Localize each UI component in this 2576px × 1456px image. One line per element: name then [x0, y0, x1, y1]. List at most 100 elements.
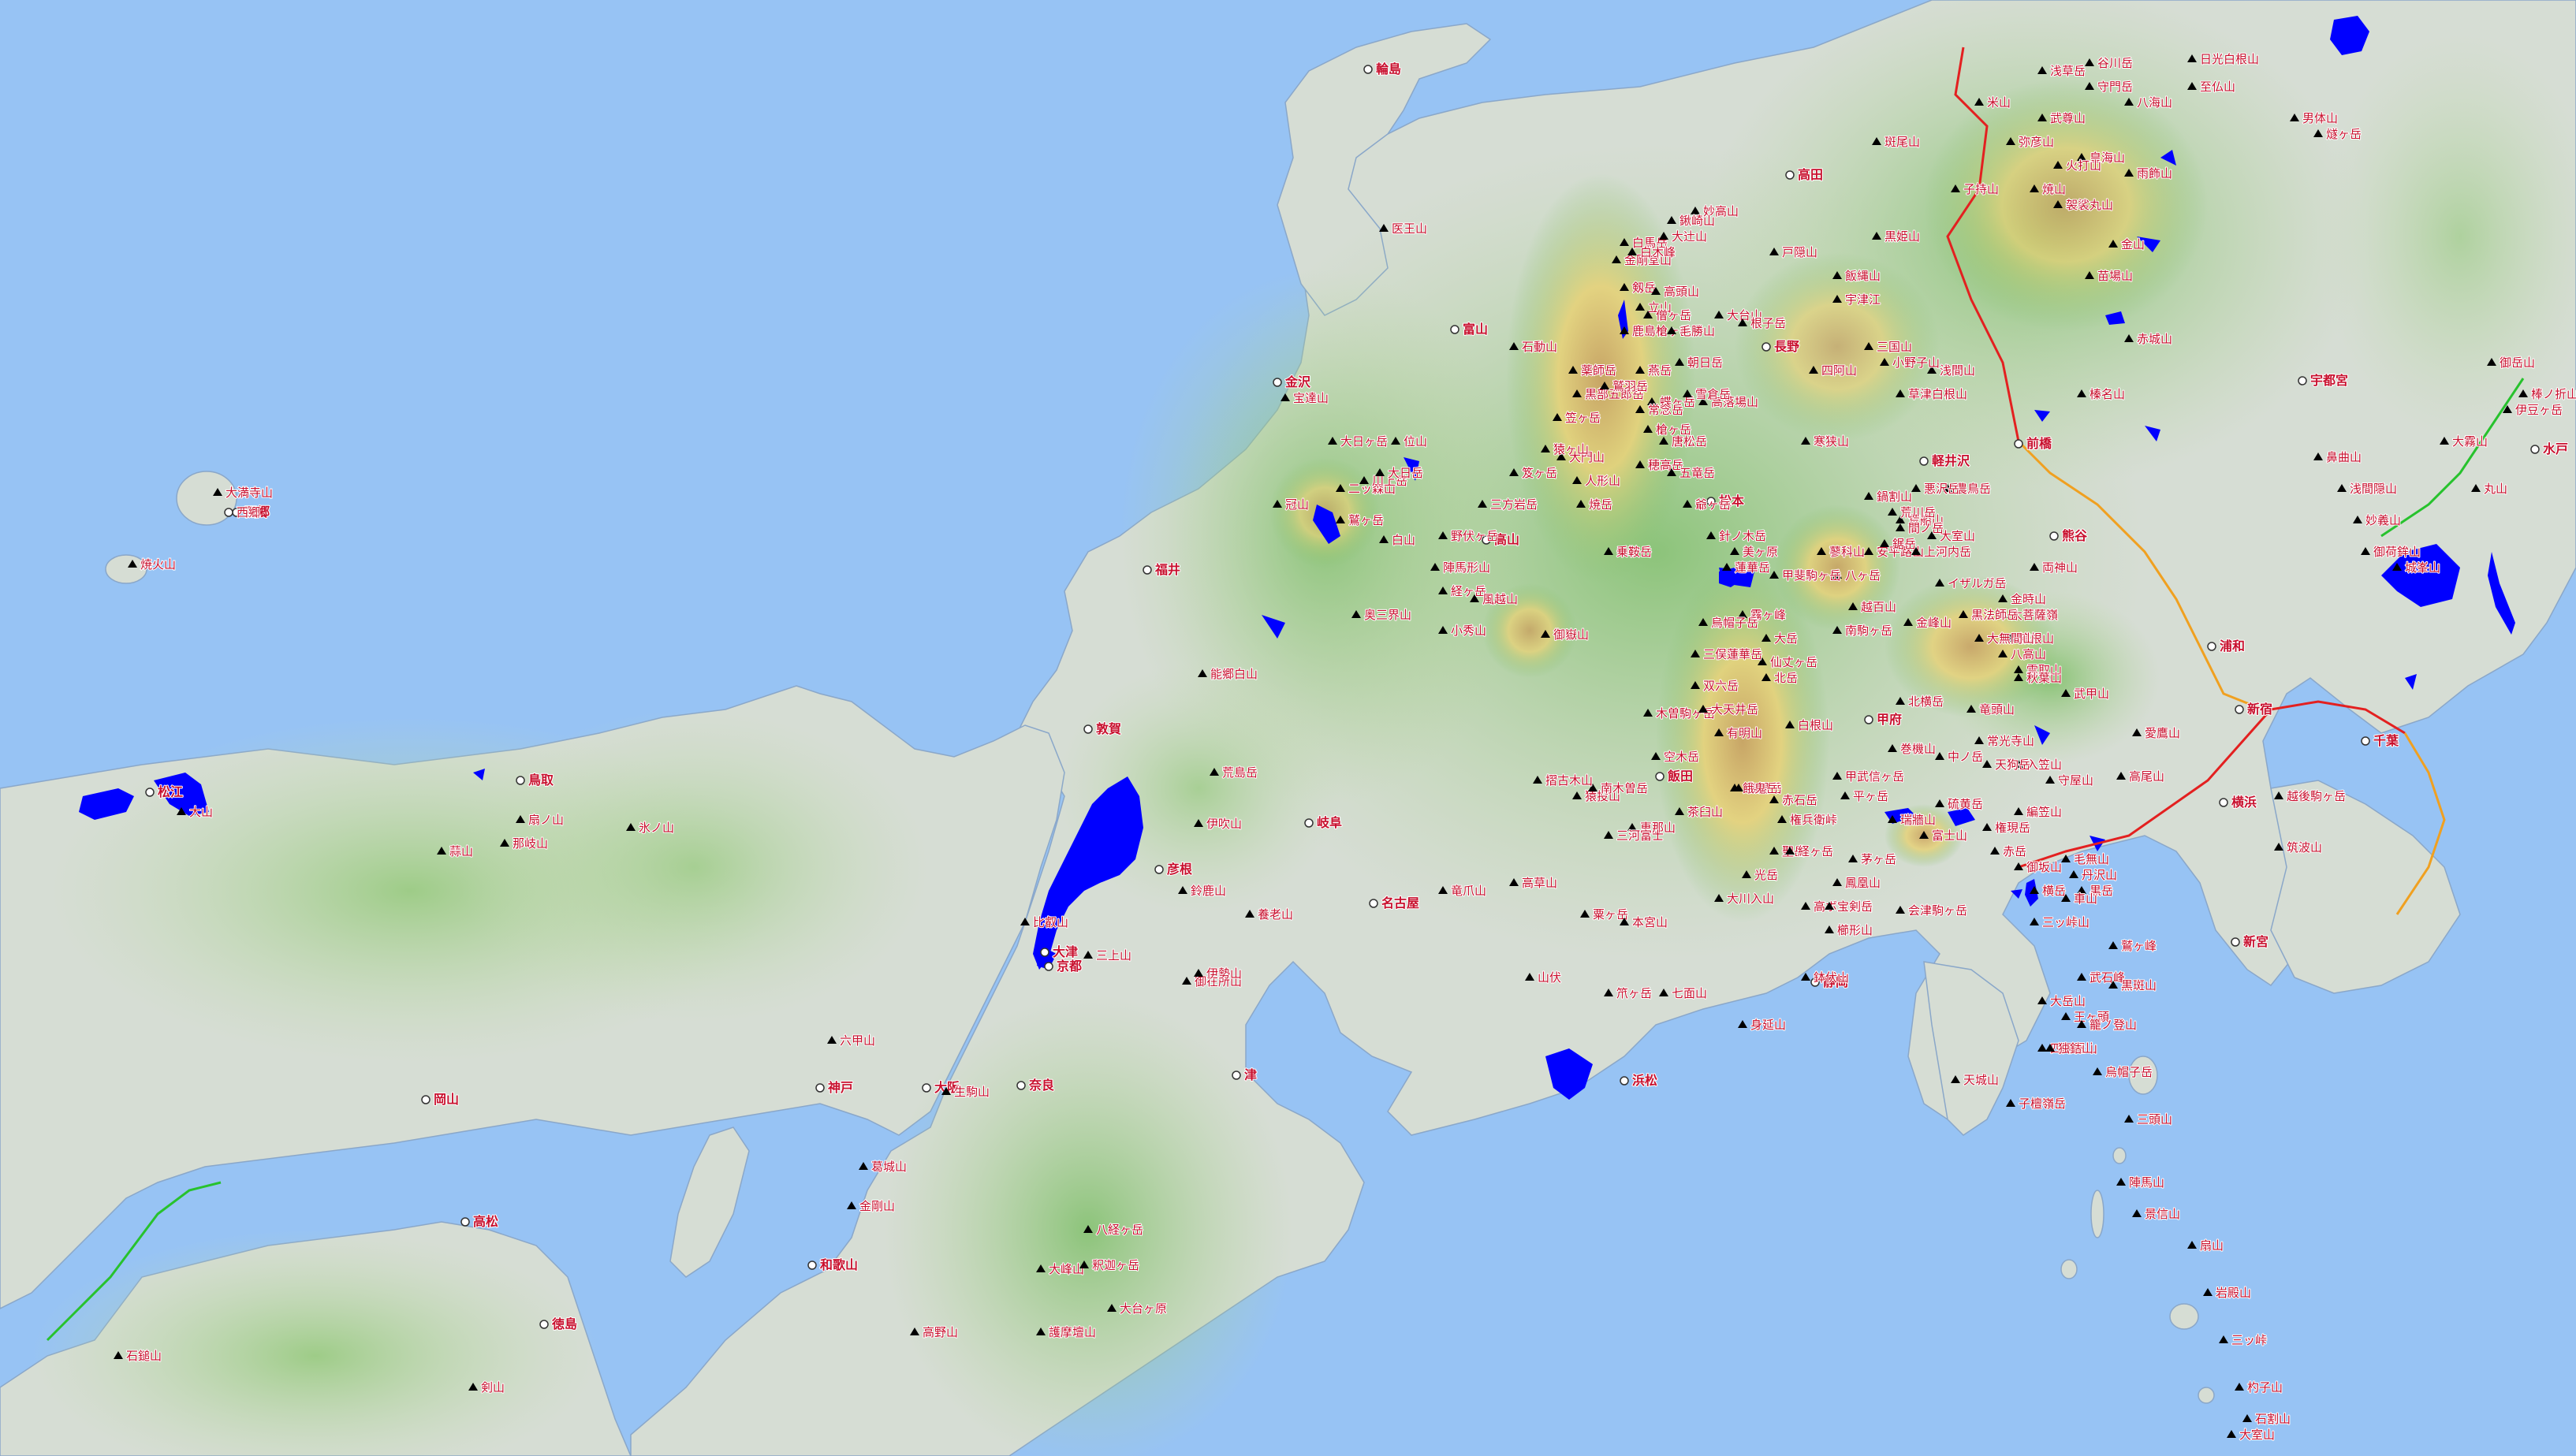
peak-label-text: 笈ヶ岳 — [1522, 466, 1557, 480]
peak-label-text: 奥三界山 — [1364, 608, 1411, 622]
peak-label-text: 医王山 — [1392, 222, 1427, 236]
peak-label-text: 三河富士 — [1616, 829, 1664, 843]
peak-label-text: 飯縄山 — [1845, 269, 1881, 283]
peak-label-text: 大日ヶ岳 — [1340, 434, 1388, 449]
peak-label-text: 大川入山 — [1727, 892, 1774, 906]
peak-label-text: 硫黄岳 — [1948, 797, 1983, 811]
peak-label-text: 至仏山 — [2200, 80, 2235, 94]
city-dot-icon — [815, 1083, 825, 1093]
city-dot-icon — [807, 1261, 817, 1270]
peak-label-text: 草津白根山 — [1908, 387, 1967, 401]
peak-label-text: 朝日岳 — [1687, 356, 1723, 370]
peak-label-text: 空木岳 — [1664, 750, 1699, 764]
peak-label-text: 富士山 — [1932, 829, 1967, 843]
peak-label-text: 谷川岳 — [2097, 56, 2133, 70]
peak-label-text: 那岐山 — [513, 836, 548, 851]
peak-label-text: 守門岳 — [2097, 80, 2133, 94]
city-label-text: 前橋 — [2026, 436, 2052, 451]
peak-label-text: 鼻曲山 — [2326, 450, 2362, 464]
city-label-text: 和歌山 — [820, 1257, 858, 1272]
peak-label-text: 袈裟丸山 — [2066, 198, 2113, 212]
city-label-text: 横浜 — [2231, 795, 2257, 810]
peak-label-text: 宝達山 — [1293, 391, 1329, 405]
peak-label-text: 鷲ヶ峰 — [2121, 939, 2157, 953]
peak-label-text: 子持山 — [1963, 182, 1999, 196]
city-dot-icon — [2014, 439, 2023, 449]
peak-label-text: 生駒山 — [954, 1085, 990, 1099]
peak-label-text: 伊豆ヶ岳 — [2515, 403, 2563, 417]
peak-label-text: 雨飾山 — [2137, 166, 2172, 181]
peak-label-text: 僧ヶ岳 — [1656, 308, 1691, 322]
peak-label-text: 平ヶ岳 — [1853, 789, 1888, 803]
peak-label-text: 石鎚山 — [126, 1349, 162, 1363]
peak-label-text: 櫛形山 — [1837, 923, 1873, 937]
city-label-text: 浜松 — [1632, 1073, 1657, 1088]
peak-label-text: 燧ヶ岳 — [2326, 127, 2362, 141]
city-dot-icon — [1919, 456, 1929, 466]
peak-label-text: 焼山 — [2042, 182, 2066, 196]
peak-label-text: 農鳥岳 — [1955, 482, 1991, 496]
peak-label-text: 武石峰 — [2090, 970, 2125, 985]
city-label-text: 岡山 — [434, 1092, 459, 1107]
peak-label-text: 三ッ峠 — [2231, 1333, 2267, 1347]
peak-label-text: 宇津江 — [1845, 292, 1881, 307]
peak-label-text: 位山 — [1404, 434, 1427, 449]
city-label-text: 金沢 — [1284, 374, 1311, 389]
peak-label-text: 護摩壇山 — [1049, 1325, 1096, 1339]
peak-label-text: 岩殿山 — [2216, 1286, 2251, 1300]
city-label-text: 浦和 — [2220, 639, 2245, 654]
peak-label-text: 比叡山 — [1033, 915, 1068, 929]
city-dot-icon — [2361, 736, 2370, 746]
city-dot-icon — [1304, 818, 1314, 828]
peak-label-text: 籠ノ登山 — [2090, 1018, 2137, 1032]
peak-label-text: 竜頭山 — [1979, 702, 2015, 717]
city-label-text: 輪島 — [1376, 61, 1401, 76]
city-label-text: 彦根 — [1167, 862, 1192, 877]
peak-label-text: 笠ヶ岳 — [1565, 411, 1601, 425]
peak-label-text: 烏帽子岳 — [1711, 616, 1758, 630]
peak-label-text: 編笠山 — [2026, 805, 2062, 819]
city-label-text: 神戸 — [828, 1080, 853, 1095]
peak-label-text: 大無間山 — [1987, 631, 2034, 646]
peak-label-text: 山伏 — [1538, 970, 1561, 985]
city-dot-icon — [1154, 865, 1164, 874]
peak-label-text: 両神山 — [2042, 560, 2078, 575]
peak-label-text: 白根山 — [1798, 718, 1833, 732]
peak-label-text: 釈迦ヶ岳 — [1092, 1258, 1139, 1272]
city-dot-icon — [539, 1320, 549, 1329]
peak-label-text: 六甲山 — [840, 1033, 875, 1048]
peak-label-text: 能郷白山 — [1210, 667, 1258, 681]
peak-label-text: 宝剣岳 — [1837, 899, 1873, 914]
peak-label-text: 白山 — [1392, 533, 1415, 547]
peak-label-text: 茅ヶ岳 — [1861, 852, 1896, 866]
terrain-map[interactable]: 福井金沢富山高田長野松本甲府岐阜名古屋津京都大津大阪 奈良神戸和歌山彦根敦賀静岡浜… — [0, 0, 2576, 1456]
peak-label-text: 御嶽山 — [1553, 627, 1589, 642]
city-label-text: 熊谷 — [2062, 528, 2088, 543]
peak-label-text: 戸隠山 — [1782, 245, 1817, 259]
peak-label-text: 悪沢岳 — [1924, 482, 1959, 496]
peak-label-text: 大岳山 — [2050, 994, 2086, 1008]
peak-label-text: 高尾山 — [2129, 769, 2164, 784]
peak-label-text: 餓鬼岳 — [1743, 781, 1778, 795]
peak-label-text: 三頭山 — [2137, 1112, 2172, 1126]
city-dot-icon — [1369, 899, 1378, 908]
peak-label-text: 陣馬形山 — [1443, 560, 1490, 575]
peak-label-text: 苗場山 — [2097, 269, 2133, 283]
peak-label-text: 蓼科山 — [1829, 545, 1865, 559]
peak-label-text: 大天井岳 — [1711, 702, 1758, 717]
peak-label-text: 伊勢山 — [1206, 966, 1242, 981]
city-label-text: 敦賀 — [1096, 721, 1121, 736]
peak-label-text: 甲武信ヶ岳 — [1845, 769, 1904, 784]
peak-label-text: 扇山 — [2200, 1238, 2224, 1253]
mikurajima — [2198, 1387, 2215, 1404]
peak-label-text: 大台ヶ原 — [1120, 1301, 1167, 1316]
city-dot-icon — [1864, 715, 1873, 724]
peak-label-text: 黒斑山 — [2121, 978, 2157, 992]
city-label-text: 岐阜 — [1317, 815, 1342, 830]
city-dot-icon — [2219, 798, 2228, 807]
peak-label-text: 権兵衛峠 — [1790, 813, 1837, 827]
peak-label-text: 杓子山 — [2247, 1380, 2283, 1395]
city-label-text: 松江 — [158, 784, 183, 799]
peak-label-text: 権現岳 — [1995, 821, 2030, 835]
city-label-text: 長野 — [1774, 339, 1799, 354]
